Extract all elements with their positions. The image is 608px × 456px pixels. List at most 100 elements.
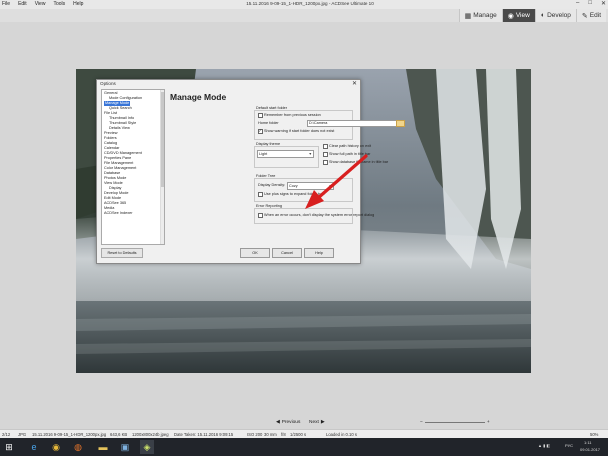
error-report-label: When an error occurs, don't display the … bbox=[264, 213, 375, 217]
group-label: Folder Tree bbox=[256, 174, 276, 178]
zoom-in-icon[interactable]: + bbox=[487, 420, 490, 425]
previous-label: Previous bbox=[281, 420, 301, 425]
display-theme-select[interactable]: Light ▼ bbox=[257, 150, 314, 158]
group-label: Default start folder bbox=[256, 106, 288, 110]
cancel-button[interactable]: Cancel bbox=[272, 248, 302, 258]
window-controls: – □ ✕ bbox=[576, 0, 606, 7]
tree-item[interactable]: ACDSee Indexer bbox=[104, 211, 133, 216]
edit-icon: ✎ bbox=[581, 12, 588, 20]
db-filename-label: Show database filename in title bar bbox=[329, 160, 389, 164]
group-label: Error Reporting bbox=[256, 204, 282, 208]
navigation-bar: ◀ Previous Next ▶ − + bbox=[0, 418, 608, 429]
menu-edit[interactable]: Edit bbox=[18, 1, 27, 7]
home-folder-label: Home folder bbox=[258, 121, 279, 125]
menu-bar: File Edit View Tools Help bbox=[2, 1, 83, 7]
next-button[interactable]: Next ▶ bbox=[309, 420, 325, 425]
mode-edit-button[interactable]: ✎ Edit bbox=[575, 9, 606, 22]
shutter-speed: 1/2500 s bbox=[290, 432, 307, 437]
scroll-thumb[interactable] bbox=[161, 92, 164, 187]
chevron-left-icon: ◀ bbox=[276, 420, 280, 425]
zoom-slider[interactable] bbox=[424, 422, 485, 423]
plus-signs-label: Use plus signs to expand folder tree bbox=[264, 192, 325, 196]
full-path-label: Show full path in title bar bbox=[329, 152, 371, 156]
mode-bar: ▦ Manage ◉ View ◐ Develop ✎ Edit bbox=[0, 9, 608, 22]
zoom-controls: − + bbox=[420, 420, 490, 425]
aperture: f/8 bbox=[281, 432, 286, 437]
display-density-value: Cozy bbox=[289, 184, 298, 188]
error-report-checkbox[interactable] bbox=[258, 213, 263, 218]
clear-path-checkbox[interactable] bbox=[323, 144, 328, 149]
load-time: Loaded in 0.10 s bbox=[326, 432, 357, 437]
options-dialog: Options ✕ General Mode Configuration Man… bbox=[96, 79, 405, 264]
clock-time[interactable]: 1:11 bbox=[584, 440, 592, 445]
acdsee-icon[interactable]: ◈ bbox=[140, 440, 154, 454]
date-taken: Date Taken: 15.11.2016 9:09:15 bbox=[174, 432, 234, 437]
next-label: Next bbox=[309, 420, 319, 425]
remember-checkbox[interactable] bbox=[258, 113, 263, 118]
chevron-down-icon: ▼ bbox=[308, 152, 312, 156]
display-theme-value: Light bbox=[259, 152, 268, 156]
windows-logo-icon[interactable]: ⊞ bbox=[2, 440, 16, 454]
mode-manage-button[interactable]: ▦ Manage bbox=[458, 9, 502, 22]
ie-icon[interactable]: e bbox=[27, 440, 41, 454]
mode-label: Edit bbox=[589, 12, 601, 19]
image-position: 2/12 bbox=[2, 432, 11, 437]
browse-folder-icon[interactable] bbox=[396, 120, 405, 127]
options-tree: General Mode Configuration Manage Mode Q… bbox=[101, 89, 165, 245]
view-icon: ◉ bbox=[507, 12, 514, 20]
chevron-down-icon: ▼ bbox=[328, 184, 332, 188]
minimize-icon[interactable]: – bbox=[576, 0, 579, 7]
focal-length: 30 mm bbox=[264, 432, 277, 437]
chevron-right-icon: ▶ bbox=[320, 420, 325, 425]
display-density-label: Display Density: bbox=[258, 183, 286, 187]
file-type: JPG bbox=[18, 432, 27, 437]
clear-path-label: Clear path history on exit bbox=[329, 144, 371, 148]
window-title: 15.11.2016 9-09-15_1-HDR_1200px.jpg - AC… bbox=[246, 1, 374, 6]
clock-date[interactable]: 09.01.2017 bbox=[580, 447, 600, 452]
ok-button[interactable]: OK bbox=[240, 248, 270, 258]
page-heading: Manage Mode bbox=[170, 92, 227, 102]
tree-scrollbar[interactable] bbox=[160, 90, 164, 244]
explorer-icon[interactable]: ▬ bbox=[96, 440, 110, 454]
display-density-select[interactable]: Cozy ▼ bbox=[287, 182, 334, 190]
tray-icons[interactable]: ▲ ▮ ◧ bbox=[538, 443, 550, 448]
mode-develop-button[interactable]: ◐ Develop bbox=[534, 9, 576, 22]
home-folder-input[interactable]: D:\Camera bbox=[307, 120, 397, 127]
taskbar: ⊞ e ◉ ◍ ▬ ▣ ◈ ▲ ▮ ◧ РУС 1:11 09.01.2017 bbox=[0, 438, 608, 456]
dialog-title: Options bbox=[100, 81, 116, 86]
manage-icon: ▦ bbox=[464, 12, 472, 20]
help-button[interactable]: Help bbox=[304, 248, 334, 258]
menu-file[interactable]: File bbox=[2, 1, 10, 7]
monitor-icon[interactable]: ▣ bbox=[118, 440, 132, 454]
image-viewer: Options ✕ General Mode Configuration Man… bbox=[0, 22, 608, 418]
close-icon[interactable]: ✕ bbox=[601, 0, 606, 7]
develop-icon: ◐ bbox=[540, 12, 546, 19]
mode-view-button[interactable]: ◉ View bbox=[501, 9, 535, 22]
previous-button[interactable]: ◀ Previous bbox=[276, 420, 300, 425]
full-path-checkbox[interactable] bbox=[323, 152, 328, 157]
chrome-icon[interactable]: ◉ bbox=[49, 440, 63, 454]
file-size: 643,6 KB bbox=[110, 432, 128, 437]
close-icon[interactable]: ✕ bbox=[352, 80, 357, 87]
title-bar: File Edit View Tools Help 15.11.2016 9-0… bbox=[0, 0, 608, 9]
group-label: Display theme bbox=[256, 142, 281, 146]
zoom-level: 50% bbox=[590, 432, 599, 437]
firefox-icon[interactable]: ◍ bbox=[71, 440, 85, 454]
filename: 15.11.2016 9-09-15_1-HDR_1200px.jpg bbox=[32, 432, 107, 437]
reset-to-defaults-button[interactable]: Reset to Defaults bbox=[101, 248, 143, 258]
mode-label: View bbox=[515, 12, 530, 19]
mode-label: Manage bbox=[473, 12, 497, 19]
remember-label: Remember from previous session bbox=[264, 113, 321, 117]
menu-tools[interactable]: Tools bbox=[53, 1, 65, 7]
maximize-icon[interactable]: □ bbox=[588, 0, 592, 7]
menu-help[interactable]: Help bbox=[73, 1, 83, 7]
language-indicator[interactable]: РУС bbox=[565, 443, 573, 448]
show-warning-label: Show warning if start folder does not ex… bbox=[264, 129, 335, 133]
plus-signs-checkbox[interactable] bbox=[258, 192, 263, 197]
show-warning-checkbox[interactable] bbox=[258, 128, 263, 134]
image-dimensions: 1200x800x24b jpeg bbox=[132, 432, 169, 437]
zoom-out-icon[interactable]: − bbox=[420, 420, 423, 425]
mode-label: Develop bbox=[547, 12, 571, 19]
db-filename-checkbox[interactable] bbox=[323, 160, 328, 165]
menu-view[interactable]: View bbox=[35, 1, 46, 7]
